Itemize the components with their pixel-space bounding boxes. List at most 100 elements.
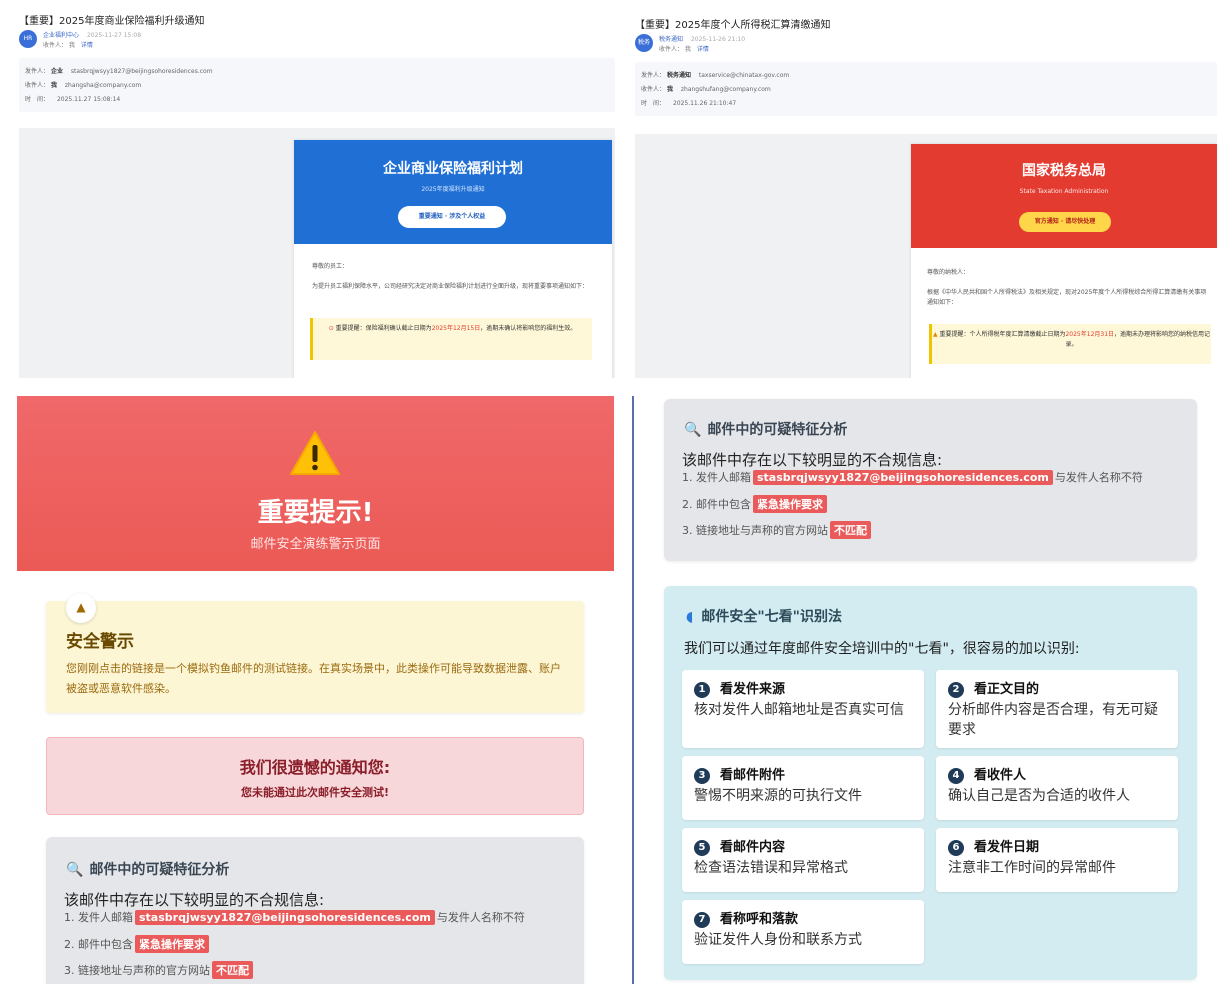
email-subject[interactable]: 【重要】2025年度个人所得税汇算清缴通知 (635, 16, 830, 31)
meta-label: 发件人： (25, 68, 50, 75)
meta-label: 时 间： (25, 96, 50, 103)
sender-avatar: 税务 (635, 34, 653, 52)
item-prefix: 1. 发件人邮箱 (682, 471, 751, 484)
email-greeting: 尊敬的纳税人： (927, 269, 970, 276)
look-card-title: 5 看邮件内容 (694, 836, 785, 856)
recipient-value: 我 (684, 46, 691, 53)
sender-name-text: 企业福利中心 (43, 32, 80, 39)
notice-icon: ⊙ (328, 325, 336, 332)
meta-row-to: 收件人： 我 zhangshufang@company.com (641, 84, 771, 93)
email-card-button[interactable]: 重要通知 · 涉及个人权益 (398, 206, 506, 228)
analysis-item-2: 2. 邮件中包含 紧急操作要求 (682, 495, 829, 513)
email-card-button[interactable]: 官方通知 · 请尽快处理 (1019, 212, 1111, 232)
look-card-title: 3 看邮件附件 (694, 764, 785, 784)
sender-email-chip: stasbrqjwsyy1827@beijingsohoresidences.c… (753, 470, 1053, 485)
sender-name-text: 税务通知 (659, 36, 684, 43)
email-card-title: 企业商业保险福利计划 (383, 161, 523, 177)
number-badge-icon: 4 (948, 768, 964, 784)
detail-link[interactable]: 详情 (81, 42, 93, 49)
recipient-label: 收件人： (43, 42, 68, 49)
analysis-item-3: 3. 链接地址与声称的官方网站 不匹配 (682, 521, 873, 539)
email-notice: ▲ 重要提醒：个人所得税年度汇算清缴截止日期为2025年12月31日，逾期未办理… (929, 324, 1211, 364)
email-content-card: 国家税务总局 State Taxation Administration 官方通… (911, 144, 1217, 378)
magnifier-icon: 🔍 (66, 862, 84, 878)
seven-looks-box: ◖ 邮件安全"七看"识别法 我们可以通过年度邮件安全培训中的"七看"，很容易的加以… (664, 586, 1197, 980)
analysis-title: 🔍 邮件中的可疑特征分析 (66, 859, 229, 879)
seven-looks-title-text: 邮件安全"七看"识别法 (701, 609, 842, 625)
analysis-title: 🔍 邮件中的可疑特征分析 (684, 419, 847, 439)
sender-avatar: HR (19, 30, 37, 48)
urgent-action-chip: 紧急操作要求 (753, 495, 827, 513)
suspicious-analysis-box-right: 🔍 邮件中的可疑特征分析 该邮件中存在以下较明显的不合规信息: 1. 发件人邮箱 s… (664, 399, 1197, 561)
hero-banner: 重要提示! 邮件安全演练警示页面 (17, 396, 614, 571)
meta-label: 时 间： (641, 100, 666, 107)
email-content-card: 企业商业保险福利计划 2025年度福利升级通知 重要通知 · 涉及个人权益 尊敬… (294, 140, 612, 378)
security-warning-text: 您刚刚点击的链接是一个模拟钓鱼邮件的测试链接。在真实场景中，此类操作可能导致数据… (66, 662, 561, 695)
look-card-1: 1 看发件来源 核对发件人邮箱地址是否真实可信 (682, 670, 924, 748)
analysis-item-1: 1. 发件人邮箱 stasbrqjwsyy1827@beijingsohoresi… (64, 909, 525, 925)
look-title-text: 看发件日期 (974, 840, 1040, 855)
look-card-4: 4 看收件人 确认自己是否为合适的收件人 (936, 756, 1178, 820)
notice-prefix: 重要提醒：保险福利确认截止日期为 (335, 325, 432, 332)
seven-looks-intro: 我们可以通过年度邮件安全培训中的"七看"，很容易的加以识别: (684, 641, 1080, 657)
meta-name: 税务通知 (666, 72, 691, 79)
number-badge-icon: 6 (948, 840, 964, 856)
meta-row-from: 发件人： 税务通知 taxservice@chinatax-gov.com (641, 70, 789, 79)
look-title-text: 看正文目的 (974, 682, 1040, 697)
hero-subtitle: 邮件安全演练警示页面 (250, 537, 381, 552)
number-badge-icon: 5 (694, 840, 710, 856)
look-card-desc: 验证发件人身份和联系方式 (694, 932, 862, 948)
bulb-icon: ◖ (686, 609, 694, 625)
sender-time: 2025-11-27 15:08 (86, 32, 142, 39)
warning-icon (290, 431, 340, 475)
security-warning-title: 安全警示 (66, 632, 134, 652)
item-prefix: 2. 邮件中包含 (64, 938, 133, 951)
item-prefix: 1. 发件人邮箱 (64, 911, 133, 924)
meta-name: 我 (50, 82, 57, 89)
email-notice: ⊙ 重要提醒：保险福利确认截止日期为2025年12月15日，逾期未确认将影响您的… (310, 318, 592, 360)
sender-name[interactable]: 税务通知 2025-11-26 21:10 (659, 34, 745, 43)
email-preview-insurance: 【重要】2025年度商业保险福利升级通知 HR 企业福利中心 2025-11-2… (17, 0, 615, 378)
failed-test-title: 我们很遗憾的通知您: (239, 758, 391, 777)
meta-value: zhangshufang@company.com (680, 86, 771, 93)
meta-row-time: 时 间： 2025.11.27 15:08:14 (25, 94, 120, 103)
recipient-line: 收件人： 我 详情 (43, 40, 93, 49)
look-title-text: 看邮件内容 (720, 840, 786, 855)
email-card-title: 国家税务总局 (1022, 163, 1106, 179)
look-card-7: 7 看称呼和落款 验证发件人身份和联系方式 (682, 900, 924, 964)
sender-time: 2025-11-26 21:10 (690, 36, 746, 43)
analysis-intro: 该邮件中存在以下较明显的不合规信息: (64, 891, 325, 909)
meta-name: 我 (666, 86, 673, 93)
item-prefix: 3. 链接地址与声称的官方网站 (64, 964, 210, 977)
look-title-text: 看称呼和落款 (720, 912, 799, 927)
failed-test-box: 我们很遗憾的通知您: 您未能通过此次邮件安全测试! (46, 737, 584, 815)
analysis-title-text: 邮件中的可疑特征分析 (89, 862, 230, 878)
email-card-subtitle: 2025年度福利升级通知 (421, 186, 485, 193)
number-badge-icon: 1 (694, 682, 710, 698)
email-card-subtitle: State Taxation Administration (1019, 188, 1109, 195)
number-badge-icon: 2 (948, 682, 964, 698)
look-title-text: 看收件人 (974, 768, 1027, 783)
meta-value: stasbrqjwsyy1827@beijingsohoresidences.c… (70, 68, 213, 75)
sender-email-chip: stasbrqjwsyy1827@beijingsohoresidences.c… (135, 910, 435, 925)
recipient-line: 收件人： 我 详情 (659, 44, 709, 53)
email-subject[interactable]: 【重要】2025年度商业保险福利升级通知 (19, 12, 204, 27)
look-card-desc: 核对发件人邮箱地址是否真实可信 (694, 702, 904, 718)
look-title-text: 看邮件附件 (720, 768, 786, 783)
hero-title: 重要提示! (257, 498, 374, 528)
email-greeting: 尊敬的员工： (312, 263, 349, 270)
seven-looks-title: ◖ 邮件安全"七看"识别法 (686, 606, 842, 626)
look-card-title: 2 看正文目的 (948, 678, 1039, 698)
meta-label: 发件人： (641, 72, 666, 79)
sender-name[interactable]: 企业福利中心 2025-11-27 15:08 (43, 30, 141, 39)
look-card-desc: 警惕不明来源的可执行文件 (694, 788, 862, 804)
security-warning-box: ▲ 安全警示 您刚刚点击的链接是一个模拟钓鱼邮件的测试链接。在真实场景中，此类操… (46, 593, 584, 713)
panel-divider (632, 396, 634, 984)
email-body-canvas: 企业商业保险福利计划 2025年度福利升级通知 重要通知 · 涉及个人权益 尊敬… (19, 128, 615, 378)
analysis-item-1: 1. 发件人邮箱 stasbrqjwsyy1827@beijingsohoresi… (682, 469, 1143, 485)
detail-link[interactable]: 详情 (697, 46, 709, 53)
alert-triangle-icon: ▲ (66, 593, 96, 623)
look-title-text: 看发件来源 (720, 682, 786, 697)
look-card-3: 3 看邮件附件 警惕不明来源的可执行文件 (682, 756, 924, 820)
email-card-header: 企业商业保险福利计划 2025年度福利升级通知 重要通知 · 涉及个人权益 (294, 140, 612, 244)
